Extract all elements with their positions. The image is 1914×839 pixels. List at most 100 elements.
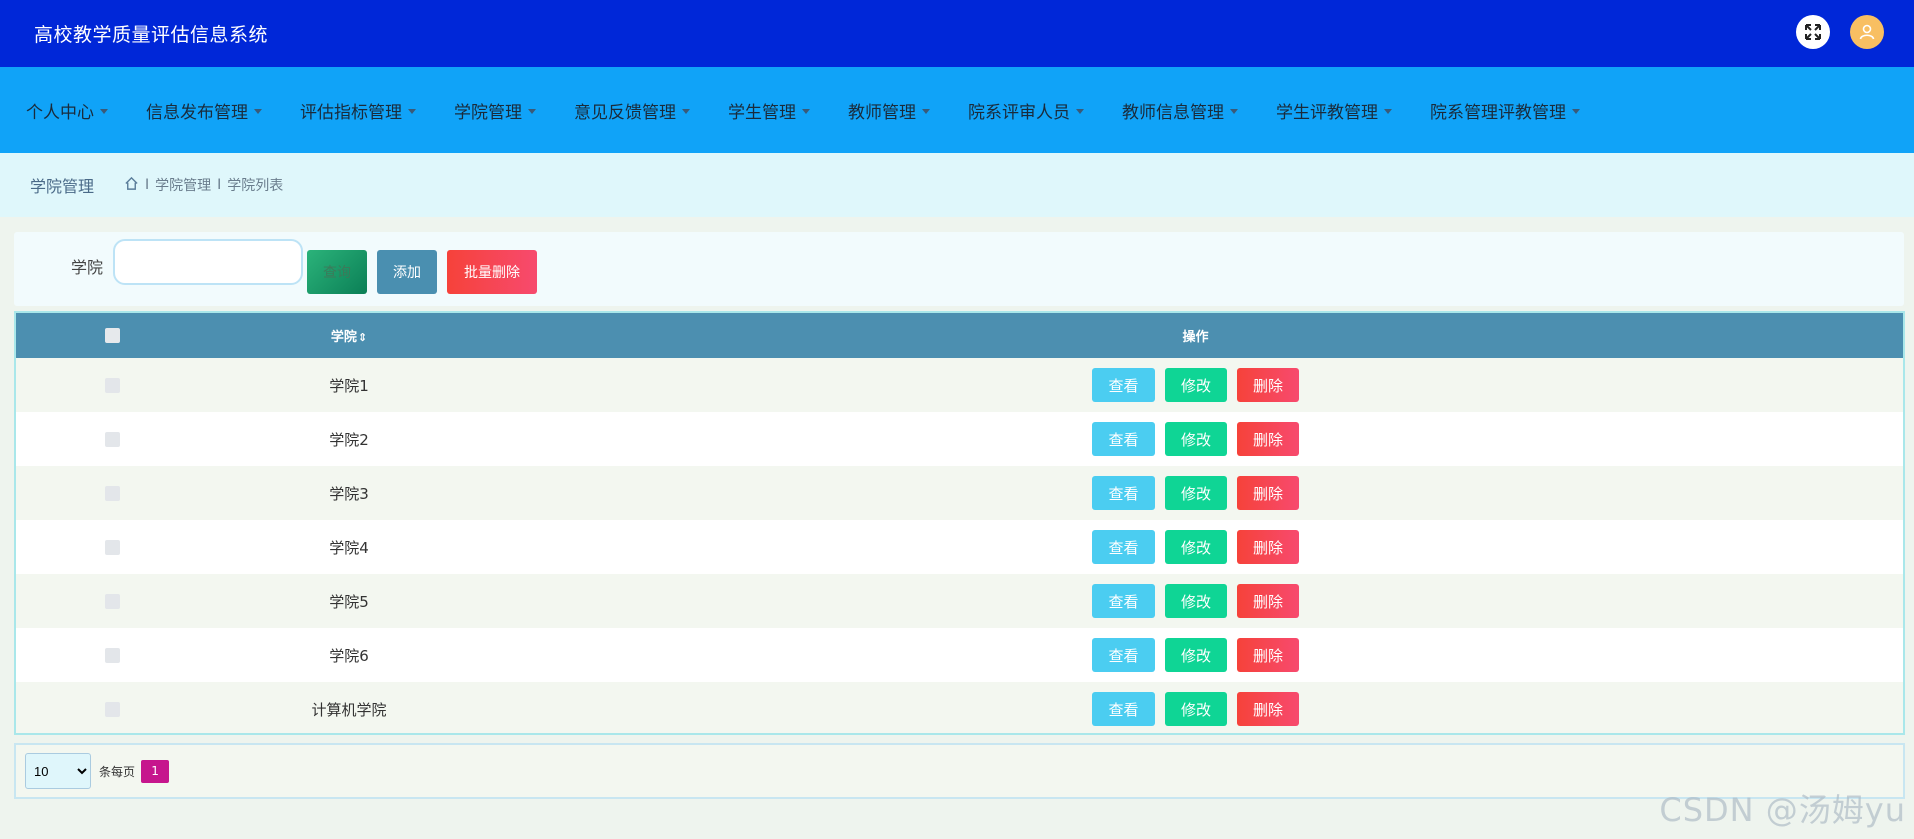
edit-button[interactable]: 修改: [1165, 368, 1227, 402]
nav-item-label: 学生管理: [728, 102, 796, 123]
edit-button[interactable]: 修改: [1165, 638, 1227, 672]
nav-item-college[interactable]: 学院管理: [454, 98, 536, 123]
nav-item-feedback[interactable]: 意见反馈管理: [574, 98, 690, 123]
breadcrumb-separator: I: [145, 177, 150, 193]
table-row: 学院2 查看 修改 删除: [16, 412, 1903, 466]
nav-item-label: 个人中心: [26, 102, 94, 123]
row-checkbox[interactable]: [104, 593, 120, 609]
nav-item-student-eval[interactable]: 学生评教管理: [1276, 98, 1392, 123]
table-row: 学院4 查看 修改 删除: [16, 520, 1903, 574]
page-size-select[interactable]: 10: [25, 753, 91, 789]
view-button[interactable]: 查看: [1092, 638, 1155, 672]
nav-item-students[interactable]: 学生管理: [728, 98, 810, 123]
delete-button[interactable]: 删除: [1237, 422, 1299, 456]
table-row: 学院3 查看 修改 删除: [16, 466, 1903, 520]
view-button[interactable]: 查看: [1092, 692, 1155, 726]
nav-item-label: 意见反馈管理: [574, 102, 676, 123]
nav-item-label: 学院管理: [454, 102, 522, 123]
edit-button[interactable]: 修改: [1165, 476, 1227, 510]
user-avatar-icon[interactable]: [1850, 15, 1884, 49]
view-button[interactable]: 查看: [1092, 476, 1155, 510]
delete-button[interactable]: 删除: [1237, 530, 1299, 564]
page-number-button[interactable]: 1: [141, 759, 170, 783]
select-all-checkbox[interactable]: [104, 328, 120, 343]
breadcrumb: I 学院管理 I 学院列表: [124, 175, 283, 195]
header-actions: [1796, 15, 1884, 49]
table-row: 学院6 查看 修改 删除: [16, 628, 1903, 682]
view-button[interactable]: 查看: [1092, 584, 1155, 618]
view-button[interactable]: 查看: [1092, 368, 1155, 402]
nav-item-info-publish[interactable]: 信息发布管理: [146, 98, 262, 123]
table-row: 学院1 查看 修改 删除: [16, 358, 1903, 412]
expand-icon[interactable]: [1796, 15, 1830, 49]
nav-item-label: 学生评教管理: [1276, 102, 1378, 123]
caret-down-icon: [408, 108, 416, 114]
per-page-label: 条每页: [99, 764, 136, 779]
row-checkbox[interactable]: [104, 539, 120, 555]
delete-button[interactable]: 删除: [1237, 638, 1299, 672]
breadcrumb-item-college[interactable]: 学院管理: [155, 175, 211, 195]
watermark: CSDN @汤姆yu: [1659, 791, 1906, 829]
nav-item-label: 评估指标管理: [300, 102, 402, 123]
column-header-ops: 操作: [1182, 330, 1209, 345]
nav-item-teachers[interactable]: 教师管理: [848, 98, 930, 123]
nav-item-label: 教师信息管理: [1122, 102, 1224, 123]
delete-button[interactable]: 删除: [1237, 692, 1299, 726]
nav-item-personal-center[interactable]: 个人中心: [26, 98, 108, 123]
nav-item-eval-index[interactable]: 评估指标管理: [300, 98, 416, 123]
caret-down-icon: [802, 108, 810, 114]
row-checkbox[interactable]: [104, 377, 120, 393]
caret-down-icon: [682, 108, 690, 114]
delete-button[interactable]: 删除: [1237, 584, 1299, 618]
view-button[interactable]: 查看: [1092, 530, 1155, 564]
college-search-input[interactable]: [113, 239, 303, 285]
delete-button[interactable]: 删除: [1237, 476, 1299, 510]
caret-down-icon: [254, 108, 262, 114]
delete-button[interactable]: 删除: [1237, 368, 1299, 402]
sort-icon[interactable]: ⇕: [358, 331, 367, 344]
college-name: 学院5: [329, 592, 369, 611]
table-header: 学院⇕ 操作: [16, 313, 1903, 358]
nav-item-label: 院系管理评教管理: [1430, 102, 1566, 123]
nav-item-reviewers[interactable]: 院系评审人员: [968, 98, 1084, 123]
table-row: 计算机学院 查看 修改 删除: [16, 682, 1903, 733]
edit-button[interactable]: 修改: [1165, 584, 1227, 618]
caret-down-icon: [1572, 108, 1580, 114]
nav-item-teacher-info[interactable]: 教师信息管理: [1122, 98, 1238, 123]
college-name: 学院2: [329, 430, 369, 449]
row-checkbox[interactable]: [104, 431, 120, 447]
nav-item-label: 信息发布管理: [146, 102, 248, 123]
row-checkbox[interactable]: [104, 701, 120, 717]
pagination: 10 条每页 1: [14, 743, 1905, 799]
top-header: 高校教学质量评估信息系统: [0, 0, 1914, 67]
add-button[interactable]: 添加: [377, 250, 437, 294]
caret-down-icon: [528, 108, 536, 114]
caret-down-icon: [1230, 108, 1238, 114]
search-bar: 学院 查询 添加 批量删除: [14, 232, 1904, 306]
breadcrumb-bar: 学院管理 I 学院管理 I 学院列表: [0, 153, 1914, 217]
edit-button[interactable]: 修改: [1165, 692, 1227, 726]
table-row: 学院5 查看 修改 删除: [16, 574, 1903, 628]
batch-delete-button[interactable]: 批量删除: [447, 250, 537, 294]
query-button[interactable]: 查询: [307, 250, 367, 294]
main-nav: 个人中心 信息发布管理 评估指标管理 学院管理 意见反馈管理 学生管理 教师管理…: [0, 67, 1914, 153]
nav-item-label: 教师管理: [848, 102, 916, 123]
college-name: 学院3: [329, 484, 369, 503]
page-title: 学院管理: [30, 177, 95, 196]
breadcrumb-item-college-list: 学院列表: [227, 178, 284, 194]
column-header-college[interactable]: 学院⇕: [208, 326, 490, 345]
home-icon[interactable]: [124, 176, 139, 195]
caret-down-icon: [922, 108, 930, 114]
row-checkbox[interactable]: [104, 647, 120, 663]
nav-item-label: 院系评审人员: [968, 102, 1070, 123]
college-name: 学院4: [329, 538, 369, 557]
caret-down-icon: [1384, 108, 1392, 114]
nav-item-dept-eval[interactable]: 院系管理评教管理: [1430, 98, 1580, 123]
edit-button[interactable]: 修改: [1165, 422, 1227, 456]
search-label: 学院: [71, 258, 104, 277]
row-checkbox[interactable]: [104, 485, 120, 501]
college-name: 计算机学院: [311, 700, 387, 719]
column-header-label: 学院: [330, 330, 357, 345]
view-button[interactable]: 查看: [1092, 422, 1155, 456]
edit-button[interactable]: 修改: [1165, 530, 1227, 564]
